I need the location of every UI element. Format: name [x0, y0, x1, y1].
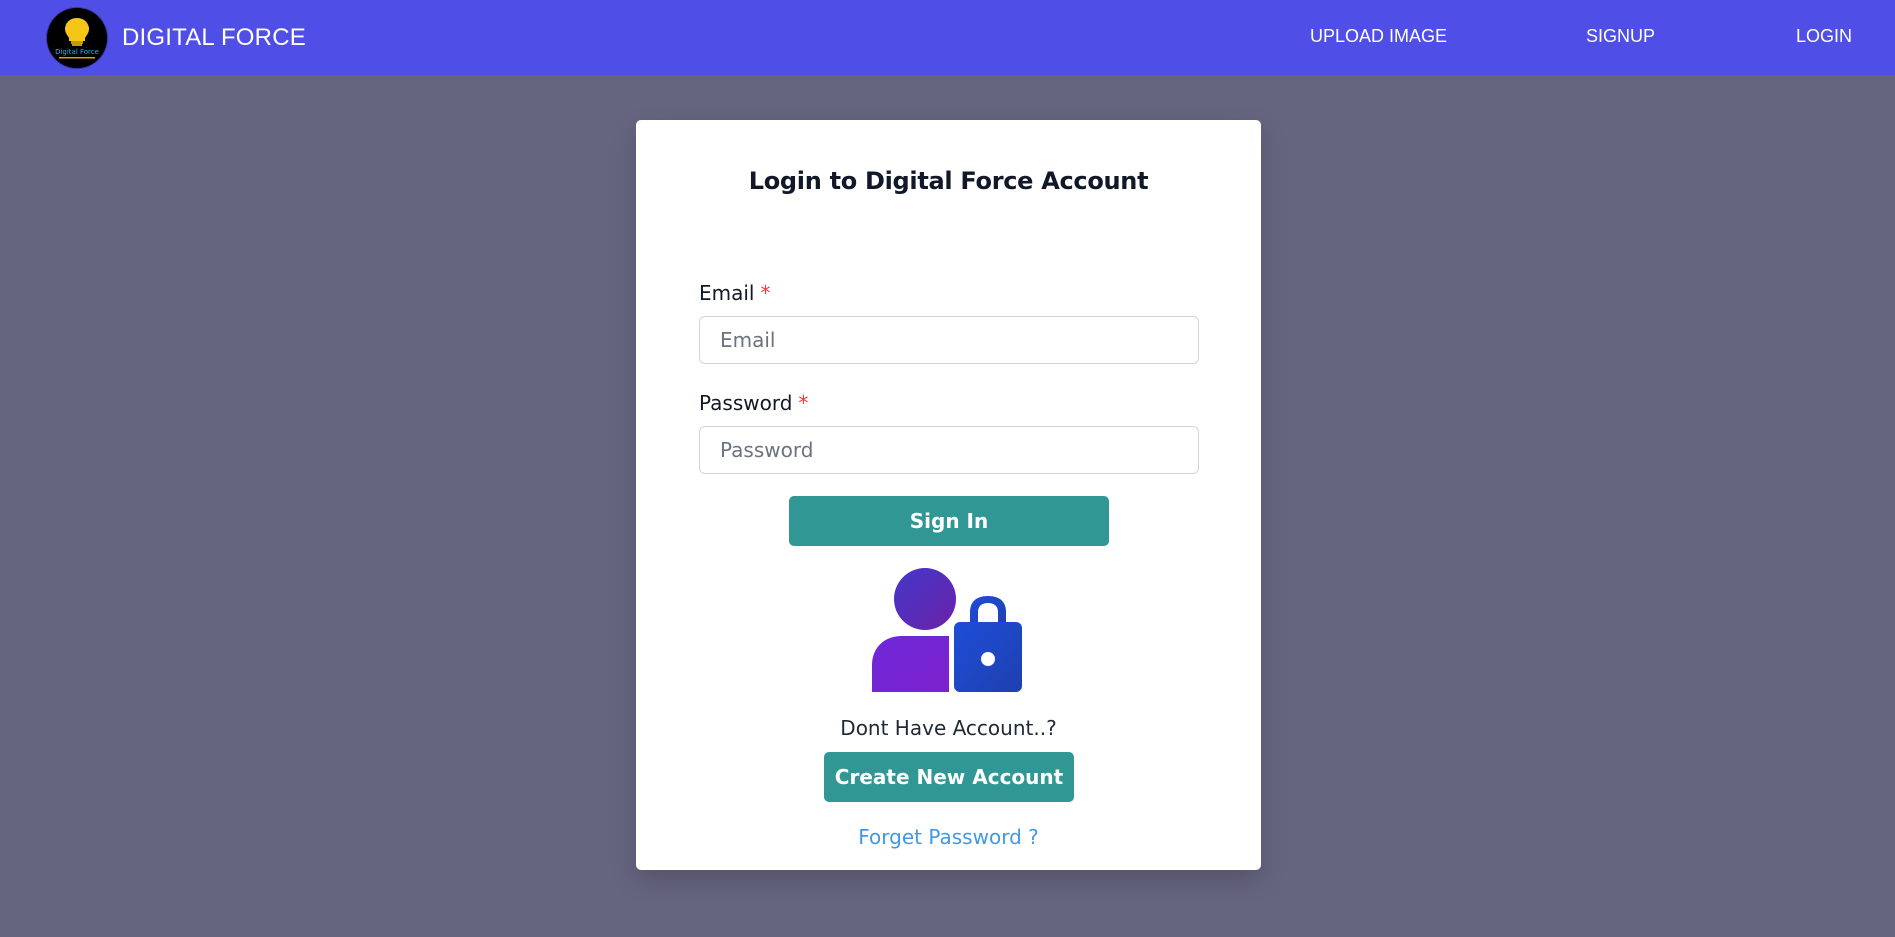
- email-label: Email *: [699, 281, 771, 305]
- page-title: Login to Digital Force Account: [748, 167, 1149, 195]
- no-account-text: Dont Have Account..?: [840, 716, 1057, 740]
- email-required-mark: *: [760, 281, 771, 305]
- nav-upload-image[interactable]: UPLOAD IMAGE: [1310, 26, 1447, 47]
- password-label-text: Password: [699, 391, 793, 415]
- navbar: Digital Force DIGITAL FORCE UPLOAD IMAGE…: [0, 0, 1895, 75]
- login-card: Login to Digital Force Account Email* Pa…: [636, 120, 1261, 870]
- user-lock-icon: [872, 568, 1022, 692]
- email-field[interactable]: [699, 316, 1199, 364]
- password-field[interactable]: [699, 426, 1199, 474]
- logo-text: Digital Force: [55, 48, 99, 56]
- nav-login[interactable]: LOGIN: [1796, 26, 1852, 47]
- password-label: Password *: [699, 391, 808, 415]
- lightbulb-logo-icon: Digital Force: [47, 8, 107, 68]
- sign-in-button[interactable]: Sign In: [789, 496, 1109, 546]
- email-label-text: Email: [699, 281, 755, 305]
- forgot-password-link[interactable]: Forget Password ?: [636, 825, 1261, 849]
- brand-name: DIGITAL FORCE: [122, 24, 306, 51]
- create-account-button[interactable]: Create New Account: [824, 752, 1074, 802]
- brand-link[interactable]: Digital Force DIGITAL FORCE: [47, 8, 306, 68]
- password-required-mark: *: [798, 391, 809, 415]
- nav-signup[interactable]: SIGNUP: [1586, 26, 1655, 47]
